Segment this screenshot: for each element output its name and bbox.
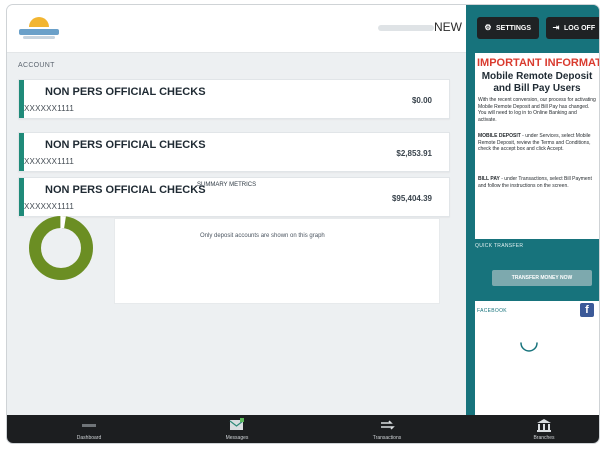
account-name: NON PERS OFFICIAL CHECKS [45, 139, 206, 151]
tab-messages-label: Messages [225, 435, 249, 441]
account-number: XXXXXX1111 [24, 157, 75, 166]
tab-dashboard[interactable]: Dashboard [39, 415, 139, 443]
bank-building-icon [537, 419, 551, 432]
tab-branches-label: Branches [533, 435, 555, 441]
logo-sun-mark [29, 17, 49, 27]
donut-ring [29, 216, 93, 280]
bottom-tab-bar: Dashboard Messages Transactions Branches [7, 415, 599, 443]
logoff-button[interactable]: ⇥ LOG OFF [546, 17, 599, 39]
settings-button[interactable]: ⚙ SETTINGS [477, 17, 539, 39]
gear-icon: ⚙ [484, 23, 492, 32]
facebook-panel [475, 301, 599, 415]
logoff-label: LOG OFF [564, 25, 596, 32]
dashboard-icon [82, 424, 96, 427]
bank-logo [19, 17, 59, 41]
account-balance: $95,404.39 [391, 194, 432, 203]
right-panel: ⚙ SETTINGS ⇥ LOG OFF IMPORTANT INFORMATION… [466, 5, 599, 415]
transfer-money-button[interactable]: TRANSFER MONEY NOW [492, 270, 592, 286]
important-title: IMPORTANT INFORMATION [477, 57, 599, 69]
logo-wordmark [19, 29, 59, 35]
tab-transactions-label: Transactions [372, 435, 402, 441]
metrics-panel [114, 218, 440, 304]
facebook-label: FACEBOOK [477, 308, 507, 314]
mobile-deposit-instructions: MOBILE DEPOSIT - under Services, select … [478, 133, 596, 153]
top-button-bar: ⚙ SETTINGS ⇥ LOG OFF [466, 5, 599, 52]
tab-messages[interactable]: Messages [187, 415, 287, 443]
facebook-icon[interactable]: f [580, 303, 594, 317]
section-label-account: ACCOUNT [18, 62, 55, 69]
exit-icon: ⇥ [552, 23, 560, 32]
important-subtitle-line1: Mobile Remote Deposit [481, 71, 593, 82]
messages-icon [229, 418, 244, 430]
bill-pay-instructions: BILL PAY - under Transactions, select Bi… [478, 176, 596, 189]
account-number: XXXXXX1111 [24, 202, 75, 211]
header: NEW [7, 5, 466, 53]
account-number: XXXXXX1111 [24, 104, 75, 113]
welcome-text-placeholder [378, 25, 434, 31]
quick-transfer-label: QUICK TRANSFER [475, 243, 524, 249]
important-subtitle-line2: and Bill Pay Users [493, 83, 581, 94]
app-window: NEW ACCOUNT NON PERS OFFICIAL CHECKS XXX… [7, 5, 599, 443]
transfer-arrows-icon [381, 420, 395, 430]
tab-dashboard-label: Dashboard [76, 435, 102, 441]
settings-label: SETTINGS [496, 25, 532, 32]
important-subtitle: Mobile Remote Deposit and Bill Pay Users [475, 71, 599, 95]
account-name: NON PERS OFFICIAL CHECKS [45, 184, 206, 196]
mobile-deposit-heading: MOBILE DEPOSIT [478, 133, 521, 139]
new-indicator: NEW [434, 20, 462, 34]
metrics-note: Only deposit accounts are shown on this … [200, 233, 325, 239]
account-card[interactable]: NON PERS OFFICIAL CHECKS XXXXXX1111 $2,8… [18, 132, 450, 172]
important-information-box: IMPORTANT INFORMATION Mobile Remote Depo… [475, 53, 599, 239]
tab-branches[interactable]: Branches [494, 415, 594, 443]
account-card[interactable]: NON PERS OFFICIAL CHECKS XXXXXX1111 $0.0… [18, 79, 450, 119]
account-balance: $0.00 [411, 96, 432, 105]
summary-metrics-title: SUMMARY METRICS [197, 182, 257, 188]
account-balance: $2,853.91 [396, 149, 432, 158]
important-intro-text: With the recent conversion, our process … [478, 97, 596, 123]
logo-tagline [23, 36, 55, 39]
account-name: NON PERS OFFICIAL CHECKS [45, 86, 206, 98]
bill-pay-heading: BILL PAY [478, 176, 500, 182]
tab-transactions[interactable]: Transactions [337, 415, 437, 443]
deposit-donut-chart [29, 216, 93, 280]
loading-spinner-icon [520, 342, 538, 352]
